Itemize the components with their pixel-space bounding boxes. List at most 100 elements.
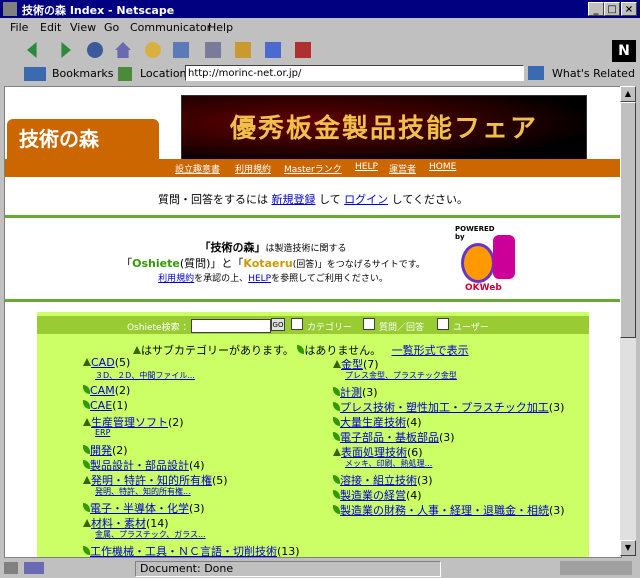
- register-link[interactable]: 新規登録: [271, 193, 315, 206]
- category-link[interactable]: 電子部品・基板部品: [340, 431, 439, 444]
- search-label: Oshiete検索 ：: [127, 323, 192, 333]
- okweb-logo[interactable]: POWERED by OKWeb: [455, 225, 525, 297]
- menu-view[interactable]: View: [70, 21, 96, 34]
- nav-terms[interactable]: 利用規約: [235, 162, 271, 175]
- menu-file[interactable]: File: [10, 21, 28, 34]
- subcategory-links[interactable]: メッキ、印刷、熱処理...: [345, 458, 432, 469]
- scroll-down-button[interactable]: ▼: [620, 540, 636, 556]
- terms-link[interactable]: 利用規約: [158, 274, 194, 284]
- security-button[interactable]: [232, 40, 254, 60]
- back-button[interactable]: [24, 40, 46, 60]
- component-bar[interactable]: [560, 561, 632, 575]
- subcategory-links[interactable]: 金属、プラスチック、ガラス...: [95, 529, 206, 540]
- category-count: (3): [549, 504, 565, 517]
- banner-ad[interactable]: 優秀板金製品技能フェア: [181, 95, 587, 163]
- category-link[interactable]: 製品設計・部品設計: [90, 459, 189, 472]
- nav-home[interactable]: HOME: [429, 162, 456, 172]
- category-count: (3): [189, 502, 205, 515]
- whats-related-button[interactable]: What's Related: [552, 67, 635, 80]
- category-item: 大量生産技術(4): [333, 414, 422, 430]
- subcategory-links[interactable]: ３D、２D、中間ファイル...: [95, 370, 195, 381]
- stop-button[interactable]: [292, 40, 314, 60]
- category-item: 製造業の経営(4): [333, 487, 422, 503]
- category-link[interactable]: 溶接・組立技術: [340, 474, 417, 487]
- category-item: 製造業の財務・人事・経理・退職金・相続(3): [333, 502, 565, 518]
- subcategory-icon: [333, 360, 341, 368]
- window-title: 技術の森 Index - Netscape: [22, 4, 175, 17]
- subcategory-icon: [83, 358, 91, 366]
- login-link[interactable]: ログイン: [344, 193, 388, 206]
- printer-icon: [205, 42, 221, 58]
- category-link[interactable]: 電子・半導体・化学: [90, 502, 189, 515]
- menu-go[interactable]: Go: [104, 21, 119, 34]
- category-item: 製品設計・部品設計(4): [83, 457, 205, 473]
- category-link[interactable]: CAM: [90, 384, 115, 397]
- subcategory-links[interactable]: プレス金型、プラスチック金型: [345, 370, 457, 381]
- search-button[interactable]: [142, 40, 164, 60]
- security-status-icon[interactable]: [4, 562, 18, 574]
- category-panel: Oshiete検索 ： GO カテゴリー 質問／回答 ユーザー はサブカテゴリー…: [37, 312, 589, 557]
- subcategory-links[interactable]: 発明、特許、知的所有権...: [95, 486, 191, 497]
- shop-button[interactable]: [262, 40, 284, 60]
- menu-edit[interactable]: Edit: [40, 21, 61, 34]
- no-subcategory-icon: [83, 385, 90, 394]
- category-item: CAE(1): [83, 399, 128, 412]
- menu-communicator[interactable]: Communicator: [130, 21, 211, 34]
- no-subcategory-icon: [333, 402, 340, 411]
- category-item: 電子部品・基板部品(3): [333, 429, 455, 445]
- login-prompt: 質問・回答をするには 新規登録 して ログイン してください。: [157, 193, 468, 206]
- category-link[interactable]: プレス技術・塑性加工・プラスチック加工: [340, 401, 549, 414]
- question-answer-checkbox[interactable]: [363, 318, 375, 330]
- go-button[interactable]: GO: [271, 318, 285, 331]
- reload-button[interactable]: [84, 40, 106, 60]
- menu-bar: File Edit View Go Communicator Help: [0, 19, 640, 37]
- home-button[interactable]: [112, 40, 134, 60]
- category-count: (3): [362, 386, 378, 399]
- reload-icon: [87, 42, 103, 58]
- category-count: (4): [406, 416, 422, 429]
- nav-master-rank[interactable]: Masterランク: [284, 162, 342, 175]
- page-proxy-icon[interactable]: [118, 67, 132, 81]
- status-text: Document: Done: [135, 561, 441, 577]
- forward-button[interactable]: [52, 40, 74, 60]
- nav-help[interactable]: HELP: [355, 162, 378, 172]
- category-link[interactable]: CAD: [91, 356, 115, 369]
- minimize-button[interactable]: _: [588, 2, 604, 16]
- close-button[interactable]: ×: [621, 2, 637, 16]
- category-link[interactable]: 開発: [90, 444, 112, 457]
- help-link[interactable]: HELP: [248, 274, 271, 284]
- oshiete-search-input[interactable]: [191, 319, 271, 333]
- category-link[interactable]: 製造業の財務・人事・経理・退職金・相続: [340, 504, 549, 517]
- category-checkbox[interactable]: [291, 318, 303, 330]
- navigation-toolbar: [0, 38, 640, 62]
- subcategory-icon: [83, 418, 91, 426]
- category-link[interactable]: 製造業の経営: [340, 489, 406, 502]
- category-item: 計測(3): [333, 384, 378, 400]
- category-link[interactable]: 工作機械・工具・ＮＣ言語・切削技術: [90, 545, 277, 557]
- site-logo[interactable]: 技術の森: [7, 119, 159, 159]
- category-item: 開発(2): [83, 442, 128, 458]
- list-view-link[interactable]: 一覧形式で表示: [392, 344, 469, 357]
- bookmarks-button[interactable]: Bookmarks: [52, 67, 113, 80]
- nav-operator[interactable]: 運営者: [389, 162, 416, 175]
- category-link[interactable]: 計測: [340, 386, 362, 399]
- category-count: (1): [112, 399, 128, 412]
- divider: [5, 215, 621, 218]
- scroll-up-button[interactable]: ▲: [620, 86, 636, 102]
- no-subcategory-icon: [83, 445, 90, 454]
- my-netscape-button[interactable]: [170, 40, 192, 60]
- scroll-thumb[interactable]: [620, 102, 636, 338]
- user-checkbox[interactable]: [437, 318, 449, 330]
- maximize-button[interactable]: □: [604, 2, 620, 16]
- vertical-scrollbar[interactable]: ▲ ▼: [620, 86, 636, 556]
- category-link[interactable]: 大量生産技術: [340, 416, 406, 429]
- print-button[interactable]: [202, 40, 224, 60]
- category-link[interactable]: CAE: [90, 399, 112, 412]
- menu-help[interactable]: Help: [208, 21, 233, 34]
- url-input[interactable]: http://morinc-net.or.jp/: [185, 65, 524, 81]
- connection-icon: [24, 562, 44, 574]
- category-item: 溶接・組立技術(3): [333, 472, 433, 488]
- nav-purpose[interactable]: 設立趣意書: [175, 162, 220, 175]
- category-count: (5): [114, 356, 131, 369]
- subcategory-links[interactable]: ERP: [95, 428, 110, 437]
